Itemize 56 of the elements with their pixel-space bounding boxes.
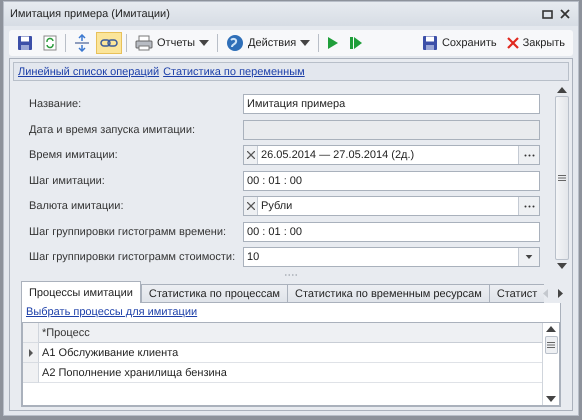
tab[interactable]: Статист bbox=[488, 284, 544, 303]
field-label: Шаг группировки гистограмм стоимости: bbox=[29, 250, 236, 265]
dropdown-field[interactable]: 10 bbox=[243, 247, 540, 267]
clear-icon[interactable] bbox=[244, 197, 258, 215]
scroll-down-icon[interactable] bbox=[556, 263, 566, 269]
ellipsis-icon[interactable] bbox=[518, 197, 539, 215]
window-title: Имитация примера (Имитации) bbox=[10, 8, 171, 20]
toolbar-menu-button[interactable]: Действия bbox=[222, 32, 314, 54]
scroll-up-icon[interactable] bbox=[546, 326, 556, 332]
maximize-icon[interactable] bbox=[540, 7, 554, 21]
clear-icon[interactable] bbox=[244, 146, 258, 164]
input-field[interactable]: 00 : 01 : 00 bbox=[243, 170, 540, 190]
table-cell[interactable]: A1 Обслуживание клиента bbox=[39, 343, 542, 363]
field-label: Время имитации: bbox=[29, 148, 119, 163]
column-header[interactable]: *Процесс bbox=[39, 323, 542, 343]
row-header bbox=[23, 323, 39, 343]
input-field[interactable]: 26.05.2014 — 27.05.2014 (2д.) bbox=[243, 145, 540, 165]
link[interactable]: Линейный список операций bbox=[18, 66, 160, 78]
save-button[interactable]: Сохранить bbox=[418, 32, 501, 54]
close-icon bbox=[506, 37, 519, 49]
input-field[interactable]: 00 : 01 : 00 bbox=[243, 222, 540, 242]
dropdown-arrow-button[interactable] bbox=[518, 248, 539, 266]
close-icon[interactable] bbox=[558, 7, 572, 21]
tab[interactable]: Статистика по временным ресурсам bbox=[287, 284, 490, 303]
table-cell[interactable]: A2 Пополнение хранилища бензина bbox=[39, 363, 542, 383]
field-label: Шаг группировки гистограмм времени: bbox=[29, 224, 228, 240]
play-icon bbox=[327, 36, 340, 50]
toolbar-button[interactable] bbox=[96, 32, 122, 54]
input-field[interactable]: Рубли bbox=[243, 196, 540, 216]
tab[interactable]: Процессы имитации bbox=[21, 281, 141, 303]
scrollbar[interactable] bbox=[542, 323, 559, 405]
close-button[interactable]: Закрыть bbox=[502, 32, 569, 54]
ellipsis-icon[interactable] bbox=[518, 146, 539, 164]
scroll-right-icon[interactable] bbox=[558, 289, 564, 298]
tab[interactable]: Статистика по процессам bbox=[140, 284, 288, 303]
row-header[interactable] bbox=[23, 343, 39, 363]
link[interactable]: Выбрать процессы для имитации bbox=[26, 306, 198, 318]
input-field[interactable]: Имитация примера bbox=[243, 94, 540, 114]
printer-icon bbox=[135, 35, 153, 51]
link[interactable]: Статистика по переменным bbox=[163, 66, 305, 78]
grip-icon bbox=[547, 342, 555, 348]
toolbar-menu-button[interactable]: Отчеты bbox=[131, 32, 214, 54]
field-label: Название: bbox=[29, 97, 82, 112]
expand-arrows-icon bbox=[74, 34, 90, 52]
field-label: Валюта имитации: bbox=[29, 199, 124, 214]
refresh-icon bbox=[43, 35, 57, 51]
scrollbar[interactable] bbox=[554, 87, 569, 269]
current-row-icon bbox=[28, 348, 32, 356]
scroll-down-icon[interactable] bbox=[546, 396, 556, 402]
field-label: Дата и время запуска имитации: bbox=[29, 122, 196, 138]
scroll-up-icon[interactable] bbox=[556, 87, 566, 93]
caret-icon bbox=[525, 255, 533, 259]
grip-icon bbox=[558, 175, 566, 181]
field-label: Шаг имитации: bbox=[29, 174, 106, 188]
step-forward-icon bbox=[349, 36, 364, 50]
chain-link-icon bbox=[100, 38, 118, 48]
